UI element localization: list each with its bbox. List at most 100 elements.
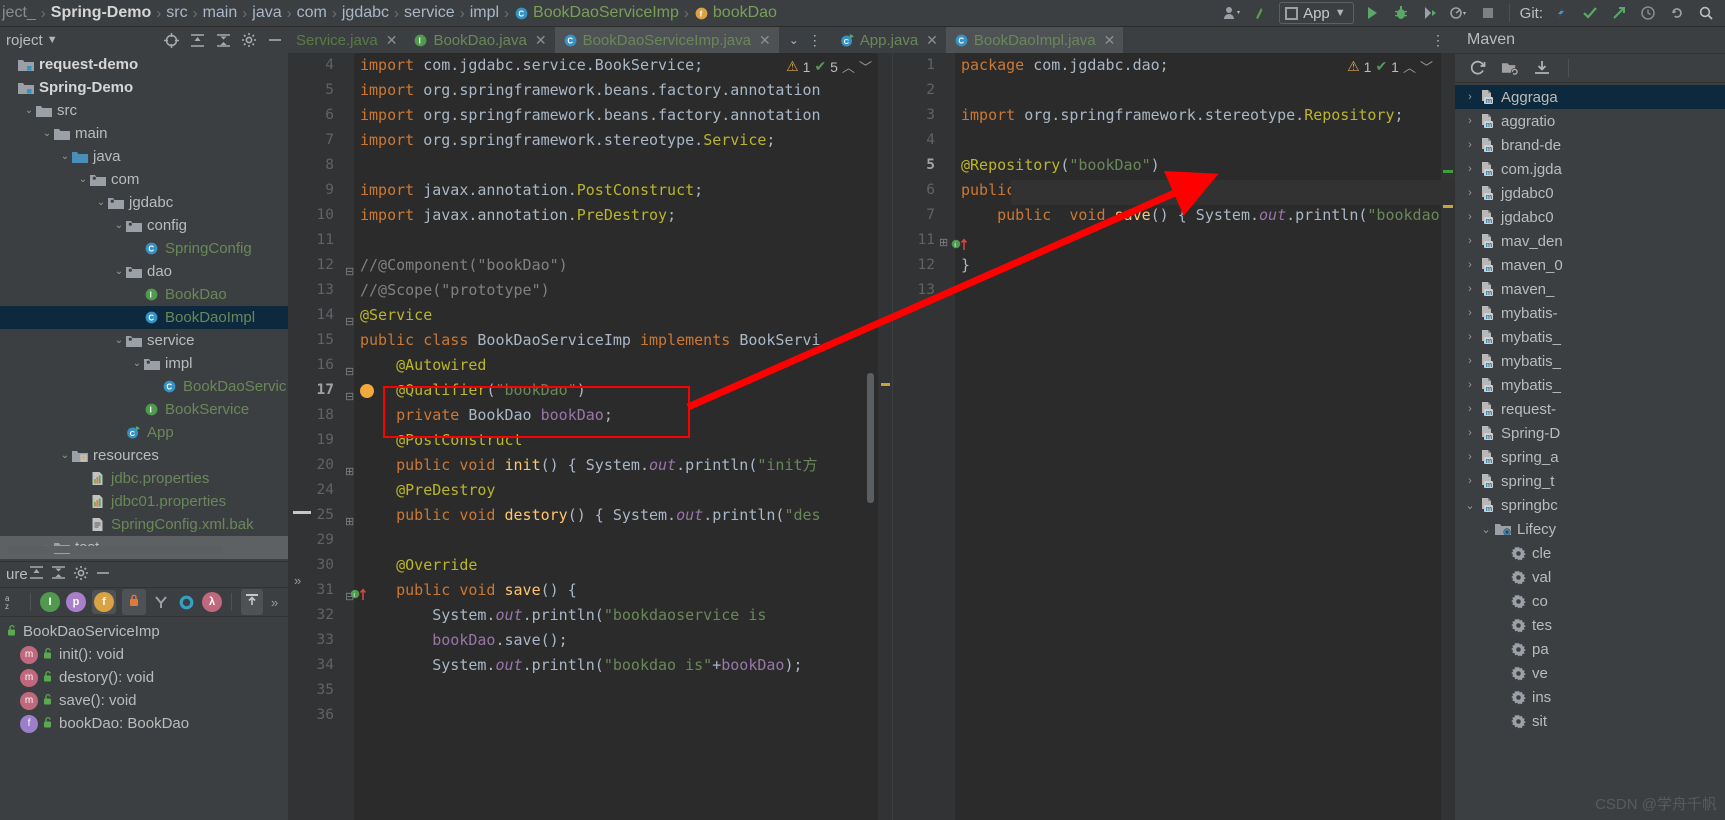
chevron-right-icon[interactable]: › (1461, 331, 1479, 343)
chevron-right-icon[interactable]: › (1461, 307, 1479, 319)
close-icon[interactable]: ✕ (386, 32, 398, 49)
chevron-down-icon[interactable]: ⌄ (1477, 523, 1495, 536)
code-line[interactable]: 29 (288, 528, 892, 553)
maven-item-mybatis-[interactable]: › m mybatis_ (1455, 373, 1725, 397)
code-line[interactable]: 20 public void init() { System.out.print… (288, 453, 892, 478)
editor-vscrollbar-left[interactable] (867, 373, 874, 503)
code-line[interactable]: 12 //@Component("bookDao") (288, 253, 892, 278)
chevron-down-icon[interactable]: ▼ (47, 34, 58, 46)
code-line[interactable]: 24 @PreDestroy (288, 478, 892, 503)
code-line[interactable]: 34 System.out.println("bookdao is"+bookD… (288, 653, 892, 678)
error-stripe-right[interactable] (1441, 53, 1455, 820)
chevron-down-icon[interactable]: ⌄ (1461, 499, 1479, 512)
code-line[interactable]: 36 (288, 703, 892, 728)
code-line[interactable]: 17 @Qualifier("bookDao") (288, 378, 892, 403)
project-tree-item-dao[interactable]: ⌄ dao (0, 260, 288, 283)
git-commit-icon[interactable] (1579, 3, 1601, 23)
run-coverage-icon[interactable] (1419, 3, 1441, 23)
show-anonymous-icon[interactable] (176, 592, 196, 612)
maven-item-com-jgda[interactable]: › m com.jgda (1455, 157, 1725, 181)
maven-item-lifecy[interactable]: ⌄ Lifecy (1455, 517, 1725, 541)
autoscroll-button[interactable] (241, 589, 263, 615)
chevron-down-icon[interactable]: ⌄ (789, 33, 799, 47)
structure-item-destory-void[interactable]: m destory(): void (0, 666, 288, 689)
maven-item-mav-den[interactable]: › m mav_den (1455, 229, 1725, 253)
project-tree-item-jdbc-properties[interactable]: jdbc.properties (0, 467, 288, 490)
intention-bulb-icon[interactable] (360, 384, 374, 398)
maven-item-request-[interactable]: › m request- (1455, 397, 1725, 421)
maven-item-aggratio[interactable]: › m aggratio (1455, 109, 1725, 133)
maven-projects-tree[interactable]: › m Aggraga › m aggratio › m brand-de › m com.jgda ›… (1455, 83, 1725, 733)
run-icon[interactable] (1361, 3, 1383, 23)
close-icon[interactable]: ✕ (759, 32, 771, 49)
project-tree-item-springconfig-xml-bak[interactable]: SpringConfig.xml.bak (0, 513, 288, 536)
project-tree[interactable]: request-demo Spring-Demo ⌄ src ⌄ main ⌄ java ⌄ co… (0, 53, 288, 561)
chevron-right-icon[interactable]: › (1461, 235, 1479, 247)
code-line[interactable]: 11 (288, 228, 892, 253)
more-tabs-icon[interactable]: ⋮ (808, 32, 822, 49)
editor-tab-service-java[interactable]: Service.java ✕ (288, 27, 405, 53)
fold-marker-icon[interactable]: ⊟ (345, 265, 354, 278)
editor-tab-bookdaoimpl-java[interactable]: C BookDaoImpl.java ✕ (945, 27, 1124, 53)
fold-marker-icon[interactable]: ⊟ (345, 315, 354, 328)
collapse-all-icon[interactable] (214, 31, 232, 49)
show-properties-icon[interactable]: p (66, 592, 86, 612)
maven-item-ve[interactable]: ve (1455, 661, 1725, 685)
error-stripe-left[interactable] (878, 53, 892, 820)
fold-marker-icon[interactable]: ⊞ (939, 236, 948, 249)
code-line[interactable]: 25 public void destory() { System.out.pr… (288, 503, 892, 528)
more-tabs-icon[interactable]: ⋮ (1431, 32, 1445, 49)
code-line[interactable]: 11 (893, 228, 1455, 253)
run-configuration-selector[interactable]: App ▼ (1279, 2, 1354, 24)
fold-marker-icon[interactable]: ⊟ (345, 365, 354, 378)
chevron-right-icon[interactable]: › (1461, 427, 1479, 439)
breadcrumb[interactable]: ject_ › Spring-Demo › src › main › java › com › jgda… (2, 4, 777, 22)
sort-by-visibility-icon[interactable]: I (40, 592, 60, 612)
structure-list[interactable]: BookDaoServiceImp m init(): void m destory()… (0, 617, 288, 735)
project-tree-item-jdbc01-properties[interactable]: jdbc01.properties (0, 490, 288, 513)
maven-item-jgdabc0[interactable]: › m jgdabc0 (1455, 181, 1725, 205)
chevron-right-icon[interactable]: › (1461, 259, 1479, 271)
code-line[interactable]: 3 import org.springframework.stereotype.R… (893, 103, 1455, 128)
chevron-down-icon[interactable]: ⌄ (22, 105, 36, 116)
code-line[interactable]: 12} (893, 253, 1455, 278)
project-tree-item-bookdaoservic[interactable]: C BookDaoServic (0, 375, 288, 398)
breadcrumb-item-bookdaoserviceimp[interactable]: C BookDaoServiceImp (514, 4, 679, 22)
code-line[interactable]: 33 bookDao.save(); (288, 628, 892, 653)
maven-item-aggraga[interactable]: › m Aggraga (1455, 85, 1725, 109)
code-right[interactable]: 1 package com.jgdabc.dao; 2 3 import org.spr… (893, 53, 1455, 820)
project-tree-item-bookdao[interactable]: I BookDao (0, 283, 288, 306)
code-line[interactable]: 14 @Service (288, 303, 892, 328)
project-tree-item-config[interactable]: ⌄ config (0, 214, 288, 237)
close-icon[interactable]: ✕ (1104, 32, 1116, 49)
code-line[interactable]: 4 (893, 128, 1455, 153)
maven-item-mybatis-[interactable]: › m mybatis_ (1455, 325, 1725, 349)
editor-tab-app-java[interactable]: C App.java ✕ (832, 27, 946, 53)
project-tree-item-jgdabc[interactable]: ⌄ jgdabc (0, 191, 288, 214)
maven-item-cle[interactable]: cle (1455, 541, 1725, 565)
code-line[interactable]: 2 (893, 78, 1455, 103)
code-line[interactable]: 9 import javax.annotation.PostConstruct; (288, 178, 892, 203)
updates-arrow-icon[interactable] (1250, 3, 1272, 23)
chevron-up-icon[interactable]: ︿ (842, 57, 855, 76)
show-non-public-button[interactable] (122, 588, 146, 616)
chevron-right-icon[interactable]: › (1461, 355, 1479, 367)
profiler-icon[interactable] (1448, 3, 1470, 23)
git-rollback-icon[interactable] (1666, 3, 1688, 23)
editor-tab-bookdaoserviceimp-java[interactable]: C BookDaoServiceImp.java ✕ (554, 27, 779, 53)
git-push-icon[interactable] (1608, 3, 1630, 23)
chevron-up-icon[interactable]: ︿ (1403, 57, 1416, 76)
maven-item-spring-a[interactable]: › m spring_a (1455, 445, 1725, 469)
chevron-down-icon[interactable]: ⌄ (130, 358, 144, 369)
maven-item-mybatis-[interactable]: › m mybatis_ (1455, 349, 1725, 373)
hide-icon[interactable] (266, 31, 284, 49)
chevron-right-icon[interactable]: › (1461, 451, 1479, 463)
code-line[interactable]: 13 //@Scope("prototype") (288, 278, 892, 303)
implemented-method-icon[interactable]: i (350, 586, 370, 607)
sort-alphabetically-icon[interactable]: az (3, 593, 21, 611)
breadcrumb-item-service[interactable]: service (404, 4, 455, 22)
project-tree-hscrollbar[interactable] (8, 546, 223, 553)
locate-icon[interactable] (162, 31, 180, 49)
code-line[interactable]: 7 import org.springframework.stereotype.S… (288, 128, 892, 153)
project-tree-item-src[interactable]: ⌄ src (0, 99, 288, 122)
